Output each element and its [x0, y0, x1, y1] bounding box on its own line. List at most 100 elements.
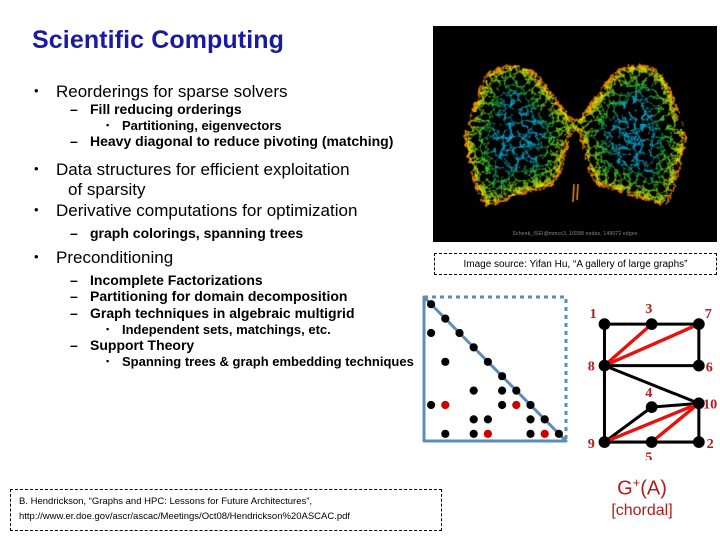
list-item: • Preconditioning	[22, 248, 467, 267]
graph-node	[645, 401, 658, 413]
graph-node-label: 8	[588, 359, 595, 375]
page-title: Scientific Computing	[32, 26, 284, 54]
matrix-dot	[427, 400, 436, 410]
matrix-dot	[469, 343, 478, 352]
mesh-visualization-image: Schenk_ISEI@mmcs3, 16588 nodes, 149072 e…	[433, 26, 717, 242]
bullet-list: • Reorderings for sparse solvers – Fill …	[22, 82, 467, 370]
list-item: – Heavy diagonal to reduce pivoting (mat…	[22, 134, 467, 150]
list-item: – Support Theory	[22, 338, 467, 354]
graph-node-label: 2	[707, 436, 714, 452]
graph-node	[693, 359, 705, 372]
matrix-dot	[441, 357, 450, 366]
bullet-marker-dot-icon: •	[34, 248, 39, 264]
matrix-dot	[483, 429, 492, 438]
graph-node	[598, 359, 611, 372]
list-item: – Incomplete Factorizations	[22, 271, 467, 289]
list-item-label: Heavy diagonal to reduce pivoting (match…	[90, 133, 394, 150]
bullet-marker-dash-icon: –	[70, 271, 78, 288]
bullet-marker-square-icon: ▪	[106, 323, 110, 334]
gplus-subtitle: [chordal]	[611, 501, 673, 519]
list-item-label: Partitioning, eigenvectors	[122, 117, 282, 133]
chordal-graph-svg: 1 3 7 8 6 4 10 9 5 2	[588, 301, 718, 460]
matrix-dot	[427, 328, 436, 338]
image-source-text: Image source: Yifan Hu, “A gallery of la…	[463, 258, 688, 270]
bullet-marker-dash-icon: –	[70, 337, 78, 354]
graph-node-label: 5	[645, 449, 652, 460]
matrix-dot	[526, 429, 535, 438]
gplus-argument: (A)	[640, 477, 667, 500]
matrix-dot	[469, 429, 478, 438]
matrix-dot	[498, 400, 507, 410]
graph-node-label: 10	[703, 397, 717, 413]
list-item-label: Spanning trees & graph embedding techniq…	[122, 353, 414, 369]
graph-node-label: 4	[645, 385, 652, 401]
bullet-marker-square-icon: ▪	[106, 119, 110, 130]
bullet-marker-dash-icon: –	[70, 305, 78, 322]
matrix-dot	[455, 328, 464, 338]
sparse-matrix-svg	[422, 295, 568, 443]
list-item: ▪ Spanning trees & graph embedding techn…	[22, 353, 467, 370]
list-item-label: Support Theory	[90, 337, 195, 354]
graph-node-label: 6	[706, 360, 713, 376]
graph-node	[645, 318, 658, 330]
bullet-marker-dash-icon: –	[70, 224, 78, 241]
list-item-label: Reorderings for sparse solvers	[56, 82, 288, 101]
chordal-graph-diagram: 1 3 7 8 6 4 10 9 5 2	[572, 292, 720, 460]
list-item-continuation: of sparsity	[68, 179, 146, 199]
matrix-dot	[540, 415, 549, 424]
list-item: • Reorderings for sparse solvers	[22, 82, 467, 101]
list-item: – Partitioning for domain decomposition	[22, 289, 467, 305]
mesh-canvas	[433, 26, 717, 242]
matrix-dot	[483, 357, 492, 366]
bullet-marker-dash-icon: –	[70, 101, 78, 118]
matrix-dot	[498, 386, 507, 395]
bullet-marker-dash-icon: –	[70, 133, 78, 150]
list-item: – Fill reducing orderings	[22, 101, 467, 118]
graph-node	[598, 436, 611, 448]
list-item-label: Fill reducing orderings	[90, 101, 242, 118]
matrix-dot	[427, 300, 436, 309]
bullet-marker-square-icon: ▪	[106, 355, 110, 366]
graph-node-label: 9	[588, 436, 595, 452]
gplus-label: G+(A) [chordal]	[572, 475, 712, 520]
graph-node	[693, 318, 705, 330]
graph-node-label: 3	[645, 301, 652, 317]
matrix-dot	[554, 429, 563, 438]
gplus-title: G+(A)	[572, 475, 712, 501]
graph-node	[693, 436, 705, 448]
citation-box: B. Hendrickson, “Graphs and HPC: Lessons…	[10, 489, 442, 531]
matrix-dot	[526, 415, 535, 424]
graph-edge	[602, 322, 701, 368]
bullet-marker-dot-icon: •	[34, 201, 39, 217]
list-item-label: Derivative computations for optimization	[56, 200, 358, 220]
matrix-dot	[469, 386, 478, 395]
matrix-dot	[483, 415, 492, 424]
matrix-dot	[526, 400, 535, 410]
graph-node-label: 1	[590, 306, 597, 322]
matrix-dot	[512, 400, 521, 410]
list-item-label: Partitioning for domain decomposition	[90, 288, 348, 305]
image-source-caption: Image source: Yifan Hu, “A gallery of la…	[434, 253, 717, 275]
graph-edge	[649, 401, 701, 444]
graph-node	[645, 436, 658, 448]
matrix-dot	[498, 372, 507, 381]
matrix-dot	[441, 314, 450, 323]
citation-line-1: B. Hendrickson, “Graphs and HPC: Lessons…	[19, 496, 313, 507]
matrix-dot	[441, 400, 450, 410]
list-item: • Derivative computations for optimizati…	[22, 201, 467, 220]
list-item-label: Independent sets, matchings, etc.	[122, 321, 331, 337]
list-item: ▪ Independent sets, matchings, etc.	[22, 321, 467, 338]
matrix-dot	[540, 429, 549, 438]
bullet-marker-dash-icon: –	[70, 288, 78, 305]
bullet-marker-dot-icon: •	[34, 160, 39, 176]
mesh-credit-text: Schenk_ISEI@mmcs3, 16588 nodes, 149072 e…	[512, 231, 638, 237]
list-item-label: graph colorings, spanning trees	[90, 224, 304, 241]
list-item-label: Data structures for efficient exploitati…	[56, 159, 350, 179]
list-item-label: Incomplete Factorizations	[90, 271, 263, 288]
list-item: – graph colorings, spanning trees	[22, 224, 467, 242]
graph-node	[598, 318, 611, 330]
graph-node-label: 7	[705, 306, 712, 322]
list-item: ▪ Partitioning, eigenvectors	[22, 117, 467, 134]
sparse-matrix-diagram	[420, 292, 585, 452]
